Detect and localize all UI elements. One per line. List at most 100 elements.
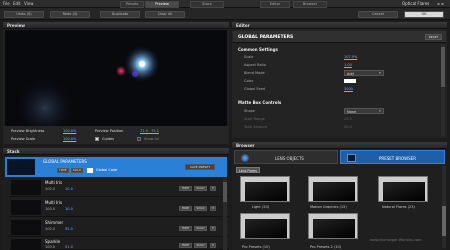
clear-all-button[interactable]: Clear All bbox=[145, 11, 185, 18]
blend-mode-select[interactable]: Add ▾ bbox=[344, 70, 384, 76]
color-swatch[interactable] bbox=[344, 79, 356, 83]
preview-scale-value[interactable]: 100.0% bbox=[63, 137, 76, 141]
redo-button[interactable]: Redo (0) bbox=[50, 11, 90, 18]
global-hide-button[interactable]: HIDE bbox=[57, 168, 69, 173]
folder-label: Natural Flares (23) bbox=[382, 205, 415, 209]
blend-mode-label: Blend Mode bbox=[244, 71, 265, 75]
stack-item-val2[interactable]: 95.0 bbox=[65, 227, 73, 232]
menu-view[interactable]: View bbox=[24, 2, 34, 6]
flare-viewport[interactable] bbox=[5, 30, 227, 126]
folder-item[interactable] bbox=[308, 213, 358, 239]
stack-item[interactable]: Multi Iris 100.0 10.0 HIDE SOLO ✕ bbox=[9, 198, 229, 217]
tab-lens-objects[interactable]: LENS OBJECTS bbox=[234, 150, 338, 164]
editor-scrollbar[interactable] bbox=[441, 44, 445, 136]
editor-title: Editor bbox=[236, 23, 250, 28]
guides-checkbox[interactable] bbox=[95, 137, 99, 141]
folder-icon bbox=[347, 154, 356, 162]
preview-controls: Preview Brightness 100.0% Preview Scale … bbox=[3, 126, 229, 144]
global-color-swatch[interactable] bbox=[87, 168, 93, 173]
stack-item[interactable]: Sparkle 100.0 51.0 HIDE SOLO ✕ bbox=[9, 237, 229, 250]
stack-item-val1[interactable]: 100.0 bbox=[45, 227, 55, 232]
global-solo-button[interactable]: SOLO bbox=[71, 168, 83, 173]
editor-panel: Editor GLOBAL PARAMETERS RESET Common Se… bbox=[232, 22, 447, 138]
tab-editor[interactable]: Editor bbox=[260, 1, 290, 8]
solo-button[interactable]: SOLO bbox=[194, 243, 207, 248]
preview-brightness-label: Preview Brightness bbox=[11, 129, 45, 133]
preview-header: Preview bbox=[3, 22, 229, 29]
preview-position-value[interactable]: 71.9 , 73.1 bbox=[140, 129, 159, 133]
aspect-ratio-value[interactable]: 1.00 bbox=[344, 63, 352, 67]
hide-button[interactable]: HIDE bbox=[179, 186, 192, 191]
start-range-value[interactable]: 20.0 bbox=[344, 117, 352, 121]
global-seed-value[interactable]: 3000 bbox=[344, 87, 353, 91]
scale-label: Scale bbox=[244, 55, 254, 59]
stack-panel: Stack GLOBAL PARAMETERS HIDE SOLO Global… bbox=[3, 148, 229, 250]
window-controls[interactable]: ▪ ▪ bbox=[437, 2, 444, 6]
global-parameters-row[interactable]: GLOBAL PARAMETERS HIDE SOLO Global Color… bbox=[5, 157, 227, 177]
chevron-down-icon: ▾ bbox=[379, 71, 381, 75]
solo-button[interactable]: SOLO bbox=[194, 186, 207, 191]
browser-scrollbar[interactable] bbox=[442, 166, 446, 248]
stack-item-val1[interactable]: 100.0 bbox=[45, 245, 55, 250]
save-preset-button[interactable]: SAVE PRESET bbox=[185, 164, 215, 170]
delete-icon[interactable]: ✕ bbox=[210, 206, 216, 211]
solo-button[interactable]: SOLO bbox=[194, 226, 207, 231]
editor-header: Editor bbox=[232, 22, 447, 29]
watermark-text: www.exchanger.tfloralus.com bbox=[370, 238, 422, 242]
stack-item-val2[interactable]: 10.0 bbox=[65, 207, 73, 212]
browser-title: Browser bbox=[236, 143, 255, 148]
delete-icon[interactable]: ✕ bbox=[210, 226, 216, 231]
hide-button[interactable]: HIDE bbox=[179, 206, 192, 211]
solo-button[interactable]: SOLO bbox=[194, 206, 207, 211]
tab-preset-browser-label: PRESET BROWSER bbox=[379, 156, 416, 161]
stack-item-val1[interactable]: 100.0 bbox=[45, 187, 55, 192]
reset-button[interactable]: RESET bbox=[425, 34, 442, 40]
global-thumb bbox=[7, 159, 35, 175]
global-seed-label: Global Seed bbox=[244, 87, 266, 91]
stack-item-name: Multi Iris bbox=[45, 200, 63, 205]
duplicate-button[interactable]: Duplicate bbox=[100, 11, 140, 18]
stack-scrollbar[interactable] bbox=[223, 178, 227, 250]
stack-item[interactable]: Shimmer 100.0 95.0 HIDE SOLO ✕ bbox=[9, 218, 229, 237]
global-label: GLOBAL PARAMETERS bbox=[43, 159, 87, 164]
hide-button[interactable]: HIDE bbox=[179, 226, 192, 231]
scale-value[interactable]: 107.0% bbox=[344, 55, 357, 59]
hide-button[interactable]: HIDE bbox=[179, 243, 192, 248]
tab-preset-browser[interactable]: PRESET BROWSER bbox=[340, 150, 445, 164]
stack-item-val1[interactable]: 100.0 bbox=[45, 207, 55, 212]
stack-item-val2[interactable]: 10.0 bbox=[65, 187, 73, 192]
undo-button[interactable]: Undo (S) bbox=[4, 11, 44, 18]
breadcrumb[interactable]: Lens Flares bbox=[236, 167, 260, 173]
preview-panel: Preview Preview Brightness 100.0% Previe… bbox=[3, 22, 229, 144]
stack-title: Stack bbox=[7, 149, 20, 154]
folder-item[interactable] bbox=[240, 213, 290, 239]
shape-label: Shape bbox=[244, 109, 255, 113]
guides-label: Guides bbox=[102, 137, 115, 141]
folder-label: Pro Presets (10) bbox=[242, 245, 270, 249]
shape-select[interactable]: None ▾ bbox=[344, 108, 384, 114]
stack-item[interactable]: Multi Iris 100.0 10.0 HIDE SOLO ✕ bbox=[9, 178, 229, 197]
delete-icon[interactable]: ✕ bbox=[210, 186, 216, 191]
tab-stack[interactable]: Stack bbox=[190, 1, 224, 8]
tab-lens-objects-label: LENS OBJECTS bbox=[275, 156, 304, 161]
folder-item[interactable] bbox=[378, 176, 428, 202]
folder-item[interactable] bbox=[308, 176, 358, 202]
tab-browser[interactable]: Browser bbox=[293, 1, 327, 8]
window-title: Optical Flares bbox=[402, 1, 430, 6]
show-all-checkbox[interactable] bbox=[137, 137, 141, 141]
tab-preview[interactable]: Preview bbox=[145, 1, 179, 8]
lens-icon bbox=[241, 154, 249, 162]
preview-brightness-value[interactable]: 100.0% bbox=[63, 129, 76, 133]
cancel-button[interactable]: Cancel bbox=[358, 11, 398, 18]
folder-label: Pro Presets 2 (10) bbox=[310, 245, 342, 249]
folder-item[interactable] bbox=[240, 176, 290, 202]
tab-presets[interactable]: Presets bbox=[120, 1, 144, 8]
menu-edit[interactable]: Edit bbox=[13, 2, 21, 6]
total-amount-value[interactable]: 50.0 bbox=[344, 125, 352, 129]
ok-button[interactable]: OK bbox=[404, 11, 444, 18]
breadcrumb-lens-flares: Lens Flares bbox=[239, 169, 257, 173]
delete-icon[interactable]: ✕ bbox=[210, 243, 216, 248]
stack-item-val2[interactable]: 51.0 bbox=[65, 245, 73, 250]
common-settings-title: Common Settings bbox=[238, 47, 278, 52]
menu-file[interactable]: File bbox=[3, 2, 10, 6]
